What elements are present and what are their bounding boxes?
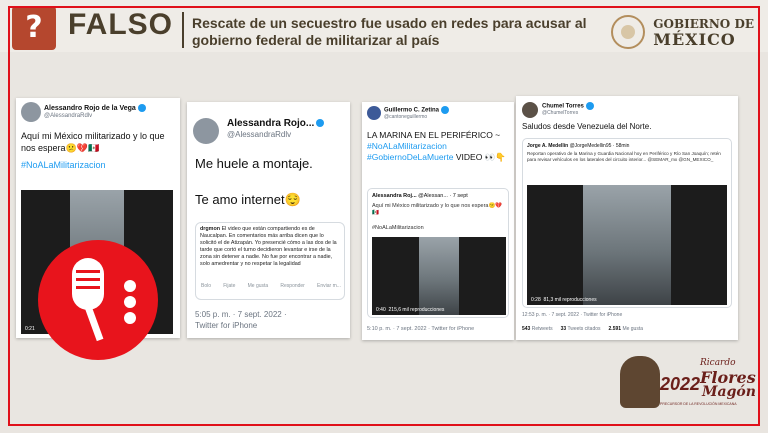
tweet-author: Guillermo C. Zetina xyxy=(384,107,440,114)
avatar xyxy=(522,102,538,118)
tweet-text: LA MARINA EN EL PERIFÉRICO ~ xyxy=(367,130,501,140)
like-label[interactable]: Me gusta xyxy=(622,326,643,332)
avatar xyxy=(21,102,41,122)
retweet-label[interactable]: Retweets xyxy=(532,326,553,332)
tweet-handle: @AlessandraRdlv xyxy=(44,113,93,119)
tweet-author: Chumel Torres xyxy=(542,103,584,110)
action-item[interactable]: Fijate xyxy=(223,283,235,289)
tweet-handle: @AlessandraRdlv xyxy=(227,130,292,139)
quoted-tweet[interactable]: Alessandra Roj... @Alessan... · 7 sept A… xyxy=(367,188,509,318)
tweet-author: Alessandro Rojo de la Vega xyxy=(44,104,136,112)
tweet-time: 12:53 p. m. · 7 sept. 2022 · Twitter for… xyxy=(522,312,623,318)
tweet-source: Twitter for iPhone xyxy=(195,321,258,330)
anniversary-name-3: Magón xyxy=(702,384,756,400)
video-duration: 0:40 xyxy=(376,307,386,313)
anniversary-subtitle: PRECURSOR DE LA REVOLUCIÓN MEXICANA xyxy=(660,402,737,406)
hashtag-link[interactable]: #NoALaMilitarizacion xyxy=(367,141,447,151)
quote-text: Reportan operativo de la Marina y Guardi… xyxy=(527,151,721,162)
avatar xyxy=(367,106,381,120)
tweet-card: Guillermo C. Zetina @cantoneguillermo LA… xyxy=(362,102,514,340)
action-item[interactable]: Me gusta xyxy=(248,283,269,289)
verified-icon xyxy=(441,106,450,114)
quote-author: Jorge A. Medellín xyxy=(527,143,569,149)
video-player[interactable]: 0:40 215,6 mil reproducciones xyxy=(372,237,506,315)
hashtag-link[interactable]: #GobiernoDeLaMuerte xyxy=(367,152,453,162)
verified-icon xyxy=(585,102,594,110)
anniversary-name-1: Ricardo xyxy=(700,358,736,368)
video-duration: 0:28 xyxy=(531,297,541,303)
quote-author: Alessandra Roj... xyxy=(372,193,417,199)
verified-icon xyxy=(316,119,325,128)
quote-label[interactable]: Tweets citados xyxy=(567,326,600,332)
tweet-text: Aquí mi México militarizado y lo que nos… xyxy=(21,131,165,153)
tweet-card: Alessandra Rojo... @AlessandraRdlv Me hu… xyxy=(187,102,350,338)
retweet-count: 543 xyxy=(522,326,531,332)
quote-hashtag: #NoALaMilitarizacion xyxy=(372,225,424,231)
hashtag-link[interactable]: #NoALaMilitarizacion xyxy=(21,160,106,170)
tweet-text-2: Te amo internet😌 xyxy=(195,192,301,207)
quote-text: Aquí mi México militarizado y lo que nos… xyxy=(372,203,503,216)
tweet-time: 5:05 p. m. · 7 sept. 2022 · xyxy=(195,310,287,319)
tweet-handle: @cantoneguillermo xyxy=(384,114,428,120)
comment-actions: Bolo Fijate Me gusta Responder Enviar m.… xyxy=(201,283,341,289)
anniversary-year: 2022 xyxy=(660,374,701,394)
tweet-text: Me huele a montaje. xyxy=(195,156,313,171)
quote-text: El video que están compartiendo es de Na… xyxy=(200,226,337,267)
tweet-author: Alessandra Rojo... xyxy=(227,118,315,129)
tweet-stats: 543 Retweets 33 Tweets citados 2.591 Me … xyxy=(522,326,643,332)
video-duration: 0:21 xyxy=(25,326,35,332)
tweet-time: 5:10 p. m. · 7 sept. 2022 · Twitter for … xyxy=(367,326,475,332)
like-count: 2.591 xyxy=(608,326,622,332)
video-views: 81,3 mil reproducciones xyxy=(543,297,597,303)
tweet-text-tail: VIDEO 👀👇 xyxy=(455,152,506,162)
quote-handle: @Alessan... · 7 sept xyxy=(418,193,468,199)
action-item[interactable]: Bolo xyxy=(201,283,211,289)
action-item[interactable]: Enviar m... xyxy=(317,283,341,289)
action-item[interactable]: Responder xyxy=(280,283,304,289)
tweet-text: Saludos desde Venezuela del Norte. xyxy=(522,122,652,131)
verified-icon xyxy=(137,104,146,112)
quoted-tweet[interactable]: Jorge A. Medellín @JorgeMedellin95 · 58m… xyxy=(522,138,732,308)
tweet-handle: @ChumelTorres xyxy=(542,110,579,116)
tweet-card: Chumel Torres @ChumelTorres Saludos desd… xyxy=(516,96,738,340)
podcast-microphone-icon xyxy=(38,240,158,360)
quote-author: drgmon xyxy=(200,226,221,232)
quote-count: 33 xyxy=(560,326,567,332)
quote-handle: @JorgeMedellin95 · 58min xyxy=(569,143,630,149)
portrait-icon xyxy=(620,356,660,408)
anniversary-logo: 2022 Ricardo Flores Magón PRECURSOR DE L… xyxy=(620,352,756,412)
video-player[interactable]: 0:28 81,3 mil reproducciones xyxy=(527,185,727,305)
video-views: 215,6 mil reproducciones xyxy=(388,307,445,313)
header-frame xyxy=(8,6,760,52)
avatar xyxy=(193,118,219,144)
